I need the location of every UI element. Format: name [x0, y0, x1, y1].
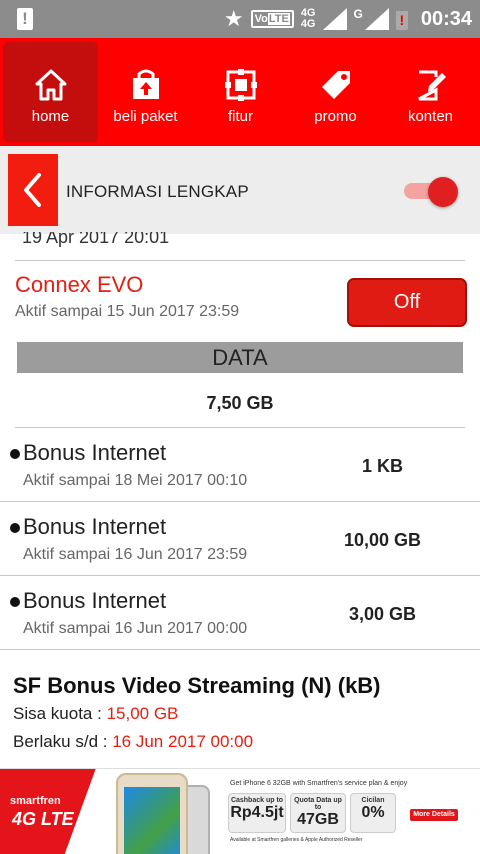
nav-label: beli paket	[113, 108, 178, 125]
bonus-active-until: Aktif sampai 18 Mei 2017 00:10	[23, 472, 248, 489]
streaming-quota: Sisa kuota : 15,00 GB	[13, 704, 178, 724]
streaming-validity: Berlaku s/d : 16 Jun 2017 00:00	[13, 732, 253, 752]
main-nav: home beli paket fitur promo konten	[0, 38, 480, 146]
page-title: INFORMASI LENGKAP	[66, 182, 249, 201]
battery-icon	[395, 8, 408, 30]
network-type-indicator: 4G 4G	[300, 7, 316, 30]
bonus-name: Bonus Internet	[23, 588, 167, 613]
package-active-until: Aktif sampai 15 Jun 2017 23:59	[15, 303, 240, 320]
nav-item-home[interactable]: home	[3, 42, 98, 142]
data-section-header: DATA	[17, 342, 463, 373]
list-item: Bonus Internet Aktif sampai 16 Jun 2017 …	[0, 576, 480, 650]
validity-value: 16 Jun 2017 00:00	[112, 732, 254, 751]
bonus-value: 10,00 GB	[343, 530, 422, 550]
phone-image	[116, 773, 188, 854]
nav-label: home	[31, 108, 70, 125]
ad-headline: Get iPhone 6 32GB with Smartfren's servi…	[230, 780, 408, 787]
home-icon	[35, 69, 66, 101]
status-bar: ! ★ VoLTE 4G 4G G 00:34	[0, 0, 480, 38]
nav-label: promo	[314, 108, 357, 125]
list-item: Bonus Internet Aktif sampai 16 Jun 2017 …	[0, 502, 480, 576]
ad-offer-box: Cashback up to Rp4.5jt	[228, 793, 286, 833]
nav-label: fitur	[227, 108, 253, 125]
nav-label: konten	[407, 108, 454, 125]
signal-icon-2	[364, 8, 389, 30]
bullet-icon	[10, 523, 20, 533]
ad-banner[interactable]: smartfren 4G LTE Get iPhone 6 32GB with …	[0, 768, 480, 854]
bonus-value: 3,00 GB	[348, 604, 417, 624]
ad-footer: Available at Smartfren galleries & Apple…	[230, 837, 363, 843]
4g-lte-logo: 4G LTE	[12, 809, 74, 829]
ad-offer-box: Quota Data up to 47GB	[290, 793, 346, 833]
nav-item-promo[interactable]: promo	[288, 42, 383, 142]
nav-item-konten[interactable]: konten	[383, 42, 478, 142]
alert-icon: !	[17, 8, 33, 30]
signal-icon	[322, 8, 347, 30]
brand-logo: smartfren	[10, 795, 61, 807]
data-total: 7,50 GB	[206, 393, 274, 413]
ad-offer-box: Cicilan 0%	[350, 793, 396, 833]
network-g-indicator: G	[353, 7, 363, 21]
divider	[15, 260, 465, 261]
nav-item-beli-paket[interactable]: beli paket	[98, 42, 193, 142]
previous-date-text: 19 Apr 2017 20:01	[22, 232, 170, 247]
edit-icon	[417, 70, 446, 101]
divider	[0, 649, 480, 650]
bonus-active-until: Aktif sampai 16 Jun 2017 00:00	[23, 620, 248, 637]
volte-indicator: VoLTE	[250, 10, 294, 28]
quota-value: 15,00 GB	[106, 704, 179, 723]
info-header: INFORMASI LENGKAP	[0, 146, 480, 234]
validity-label: Berlaku s/d :	[13, 732, 113, 751]
detail-toggle[interactable]	[404, 177, 458, 207]
star-icon: ★	[223, 6, 244, 31]
bullet-icon	[10, 449, 20, 459]
nav-item-fitur[interactable]: fitur	[193, 42, 288, 142]
streaming-package-title: SF Bonus Video Streaming (N) (kB)	[13, 673, 381, 698]
more-details-button[interactable]: More Details	[410, 809, 458, 821]
features-icon	[224, 69, 257, 101]
clock: 00:34	[420, 7, 472, 30]
tag-icon	[321, 71, 350, 99]
quota-label: Sisa kuota :	[13, 704, 107, 723]
shop-icon	[132, 69, 159, 99]
bullet-icon	[10, 597, 20, 607]
list-item: Bonus Internet Aktif sampai 18 Mei 2017 …	[0, 428, 480, 502]
bonus-name: Bonus Internet	[23, 440, 167, 465]
bonus-value: 1 KB	[361, 456, 403, 476]
bonus-name: Bonus Internet	[23, 514, 167, 539]
package-off-button[interactable]: Off	[347, 278, 467, 327]
package-name: Connex EVO	[15, 272, 144, 297]
back-button[interactable]	[8, 154, 58, 226]
bonus-active-until: Aktif sampai 16 Jun 2017 23:59	[23, 546, 248, 563]
chevron-left-icon	[24, 173, 41, 207]
toggle-knob	[428, 177, 458, 207]
